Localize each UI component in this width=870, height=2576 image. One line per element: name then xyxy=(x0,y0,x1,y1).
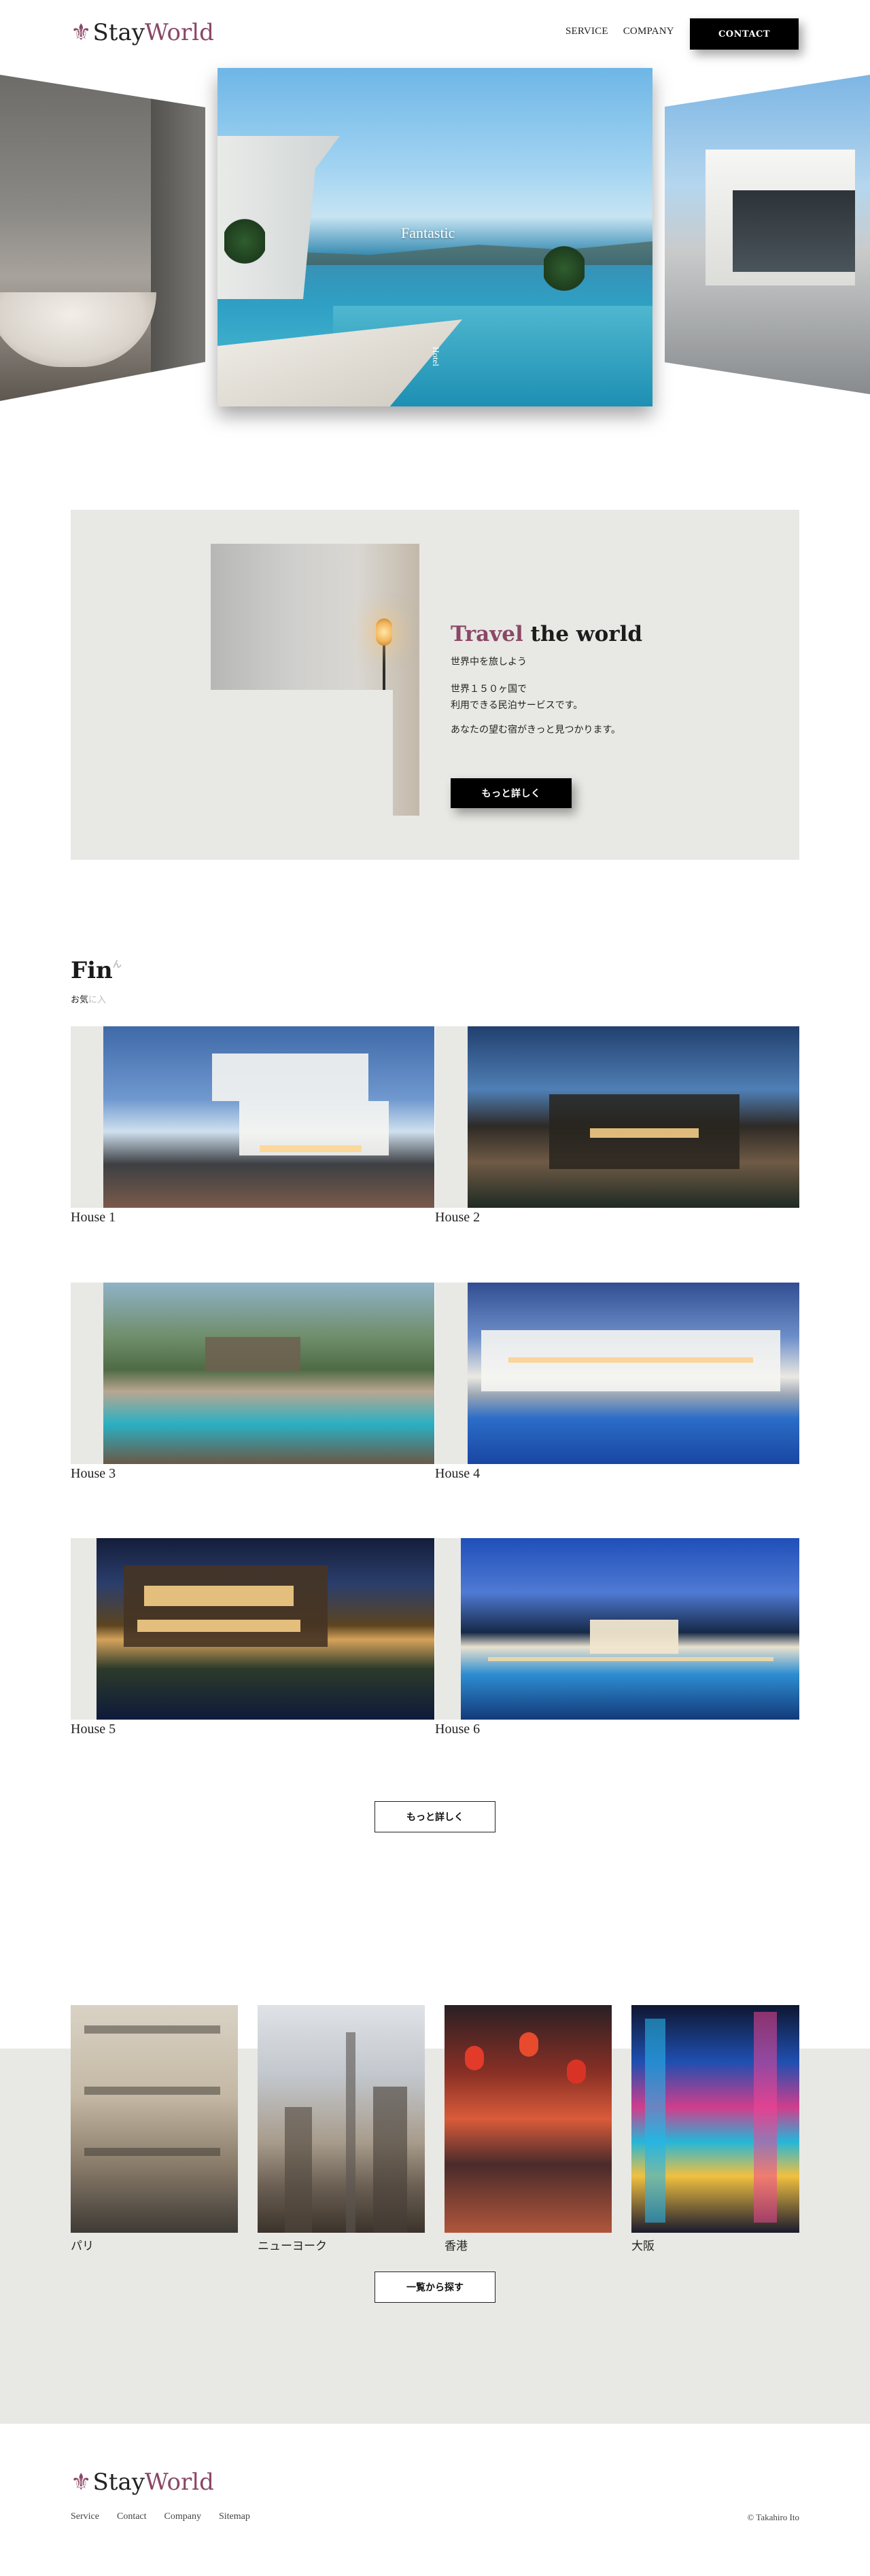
house-card-4-label[interactable]: House 4 xyxy=(435,1466,480,1482)
house-card-1-label[interactable]: House 1 xyxy=(71,1210,116,1225)
logo-world: World xyxy=(144,19,214,46)
city-card-paris-label[interactable]: パリ xyxy=(71,2236,94,2253)
houses-subtitle-text: お気 xyxy=(71,995,89,1005)
city-card-osaka-image[interactable] xyxy=(631,2005,799,2233)
hero-image-bathroom xyxy=(0,75,205,401)
hero-caption: Fantastic xyxy=(401,224,455,241)
travel-body-line3: あなたの望む宿がきっと見つかります。 xyxy=(451,725,621,735)
travel-more-button[interactable]: もっと詳しく xyxy=(451,778,572,808)
hero-image-modern-house xyxy=(665,75,870,394)
hero-image-villa: Fantastic Hotel xyxy=(218,68,652,406)
main-nav: SERVICE COMPANY xyxy=(566,26,674,37)
city-card-hongkong-image[interactable] xyxy=(445,2005,612,2233)
footer-nav: Service Contact Company Sitemap xyxy=(71,2511,250,2522)
houses-title-text: Fin xyxy=(71,957,113,984)
travel-body: 世界１５０ヶ国で 利用できる民泊サービスです。 あなたの望む宿がきっと見つかりま… xyxy=(451,681,621,738)
house-card-2-label[interactable]: House 2 xyxy=(435,1210,480,1225)
logo-stay: Stay xyxy=(92,19,145,46)
travel-panel xyxy=(71,510,799,860)
house-card-3-image[interactable] xyxy=(103,1283,434,1464)
footer-logo-stay: Stay xyxy=(92,2469,145,2496)
houses-subtitle-fade: に入 xyxy=(88,995,107,1005)
travel-title-rest: the world xyxy=(523,622,643,646)
city-card-osaka-label[interactable]: 大阪 xyxy=(631,2236,655,2253)
header-logo[interactable]: ⚜ Stay World xyxy=(71,18,214,48)
city-card-hongkong-label[interactable]: 香港 xyxy=(445,2236,468,2253)
footer-logo-world: World xyxy=(144,2469,214,2496)
house-card-1-image[interactable] xyxy=(103,1026,434,1208)
house-card-5-label[interactable]: House 5 xyxy=(71,1722,116,1737)
city-card-newyork-label[interactable]: ニューヨーク xyxy=(258,2236,327,2253)
footer-link-company[interactable]: Company xyxy=(164,2511,201,2522)
houses-more-button[interactable]: もっと詳しく xyxy=(375,1801,495,1832)
footer-link-contact[interactable]: Contact xyxy=(117,2511,147,2522)
travel-body-line1: 世界１５０ヶ国で xyxy=(451,684,527,695)
house-card-5-image[interactable] xyxy=(97,1538,434,1720)
travel-image-cutout xyxy=(211,690,393,819)
hero-side-text: Hotel xyxy=(431,347,441,366)
house-card-2-image[interactable] xyxy=(468,1026,799,1208)
houses-title: Finん xyxy=(71,957,122,984)
houses-subtitle: お気に入 xyxy=(71,992,106,1009)
fleur-de-lis-icon: ⚜ xyxy=(71,19,92,46)
house-card-4-image[interactable] xyxy=(468,1283,799,1464)
footer-logo[interactable]: ⚜ Stay World xyxy=(71,2467,214,2497)
footer-link-service[interactable]: Service xyxy=(71,2511,99,2522)
city-card-newyork-image[interactable] xyxy=(258,2005,425,2233)
travel-title: Travel the world xyxy=(451,622,642,646)
travel-subtitle: 世界中を旅しよう xyxy=(451,657,527,667)
city-card-paris-image[interactable] xyxy=(71,2005,238,2233)
nav-company[interactable]: COMPANY xyxy=(623,26,674,37)
cities-list-button[interactable]: 一覧から探す xyxy=(375,2272,495,2303)
travel-title-accent: Travel xyxy=(451,622,523,646)
houses-title-fade: ん xyxy=(112,960,122,970)
travel-body-line2: 利用できる民泊サービスです。 xyxy=(451,700,583,711)
house-card-6-image[interactable] xyxy=(461,1538,799,1720)
contact-button[interactable]: CONTACT xyxy=(690,18,799,50)
footer-copyright: © Takahiro Ito xyxy=(747,2512,799,2522)
house-card-6-label[interactable]: House 6 xyxy=(435,1722,480,1737)
fleur-de-lis-icon: ⚜ xyxy=(71,2469,92,2496)
house-card-3-label[interactable]: House 3 xyxy=(71,1466,116,1482)
nav-service[interactable]: SERVICE xyxy=(566,26,608,37)
footer-link-sitemap[interactable]: Sitemap xyxy=(219,2511,250,2522)
